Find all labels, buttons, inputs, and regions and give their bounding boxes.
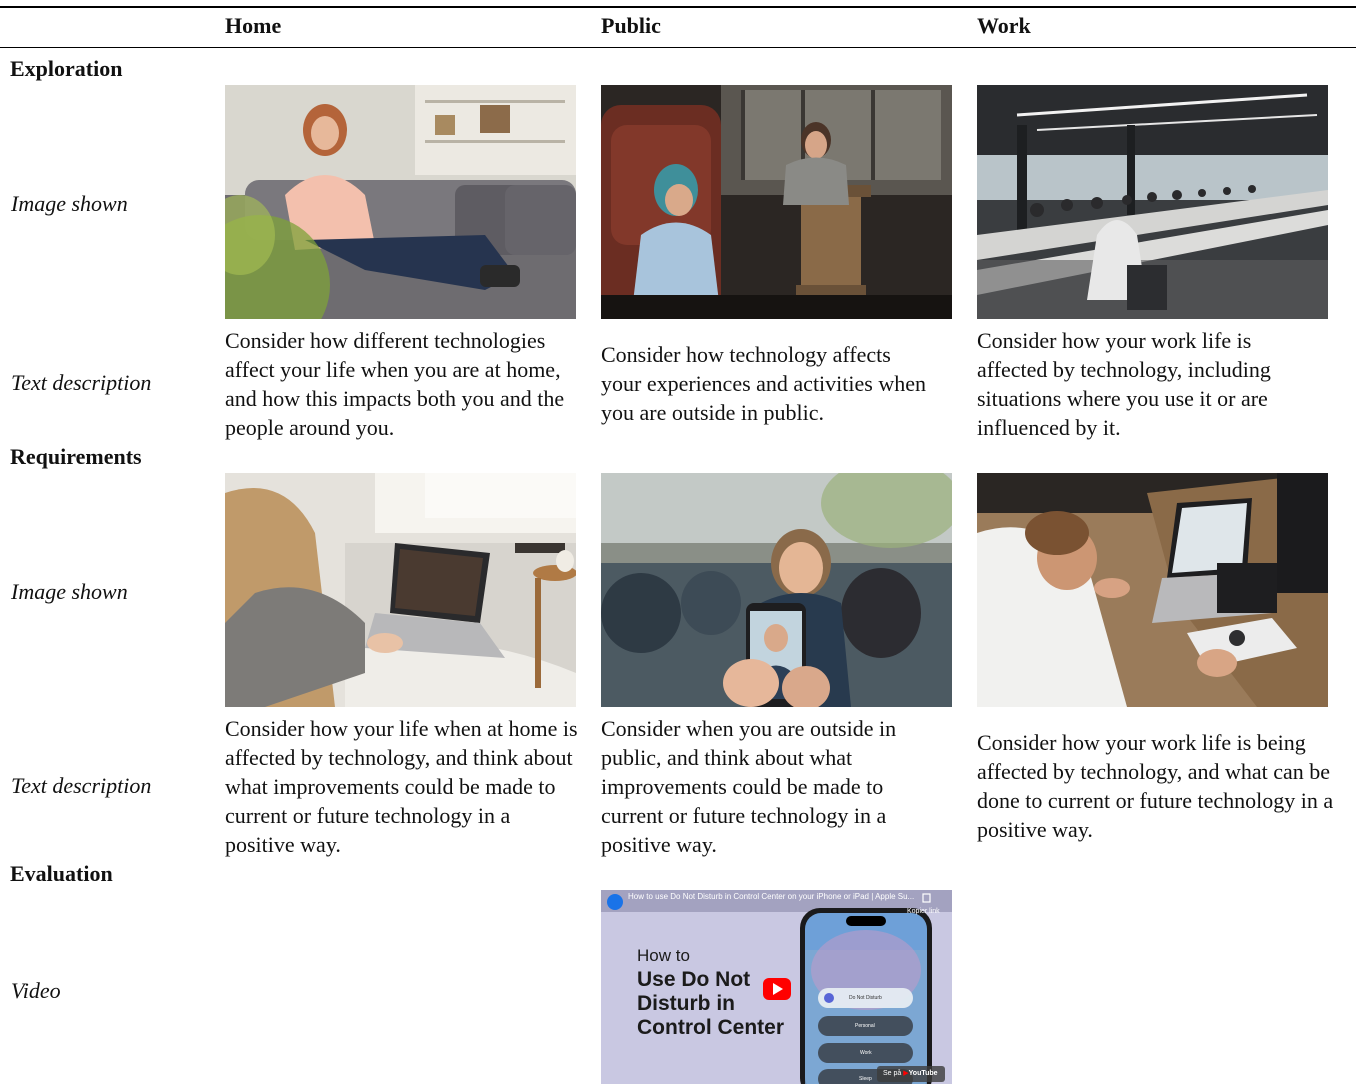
description-requirements-home: Consider how your life when at home is a… bbox=[225, 716, 578, 857]
photo-work-openoffice bbox=[977, 85, 1328, 319]
section-title-exploration: Exploration bbox=[10, 56, 123, 81]
control-do-not-disturb: Do Not Disturb bbox=[849, 995, 882, 1001]
video-overline: How to bbox=[637, 946, 690, 965]
description-exploration-home: Consider how different technologies affe… bbox=[225, 328, 565, 440]
column-header-work: Work bbox=[977, 13, 1031, 38]
description-exploration-public: Consider how technology affects your exp… bbox=[601, 342, 926, 425]
control-personal: Personal bbox=[855, 1023, 875, 1029]
photo-home-laptop-bed bbox=[225, 473, 576, 707]
row-label-text-description: Text description bbox=[11, 773, 152, 798]
row-label-text-description: Text description bbox=[11, 370, 152, 395]
description-requirements-public: Consider when you are outside in public,… bbox=[601, 716, 897, 857]
watch-on-label: Se på bbox=[883, 1070, 902, 1077]
row-label-image-shown: Image shown bbox=[11, 191, 128, 216]
video-embed[interactable]: How to use Do Not Disturb in Control Cen… bbox=[601, 890, 952, 1084]
column-header-home: Home bbox=[225, 13, 282, 38]
table-top-rule bbox=[0, 6, 1356, 8]
section-title-requirements: Requirements bbox=[10, 444, 142, 469]
row-label-image-shown: Image shown bbox=[11, 579, 128, 604]
row-label-video: Video bbox=[11, 978, 61, 1003]
table-header-rule bbox=[0, 47, 1356, 48]
photo-home-sofa bbox=[225, 85, 576, 319]
column-header-public: Public bbox=[601, 13, 661, 38]
description-exploration-work: Consider how your work life is affected … bbox=[977, 328, 1271, 440]
video-title-bar[interactable]: How to use Do Not Disturb in Control Cen… bbox=[628, 892, 918, 901]
section-title-evaluation: Evaluation bbox=[10, 861, 113, 886]
photo-work-desk bbox=[977, 473, 1328, 707]
description-requirements-work: Consider how your work life is being aff… bbox=[977, 730, 1334, 842]
video-headline: Use Do Not Disturb in Control Center bbox=[637, 968, 784, 1039]
copy-link-button[interactable]: Kopier link bbox=[907, 908, 940, 915]
photo-public-cafe bbox=[601, 85, 952, 319]
control-sleep: Sleep bbox=[859, 1076, 872, 1082]
control-work: Work bbox=[860, 1050, 872, 1056]
watch-on-youtube-button[interactable]: Se på ▶YouTube bbox=[877, 1066, 945, 1082]
youtube-brand: YouTube bbox=[908, 1070, 938, 1077]
photo-public-selfie bbox=[601, 473, 952, 707]
